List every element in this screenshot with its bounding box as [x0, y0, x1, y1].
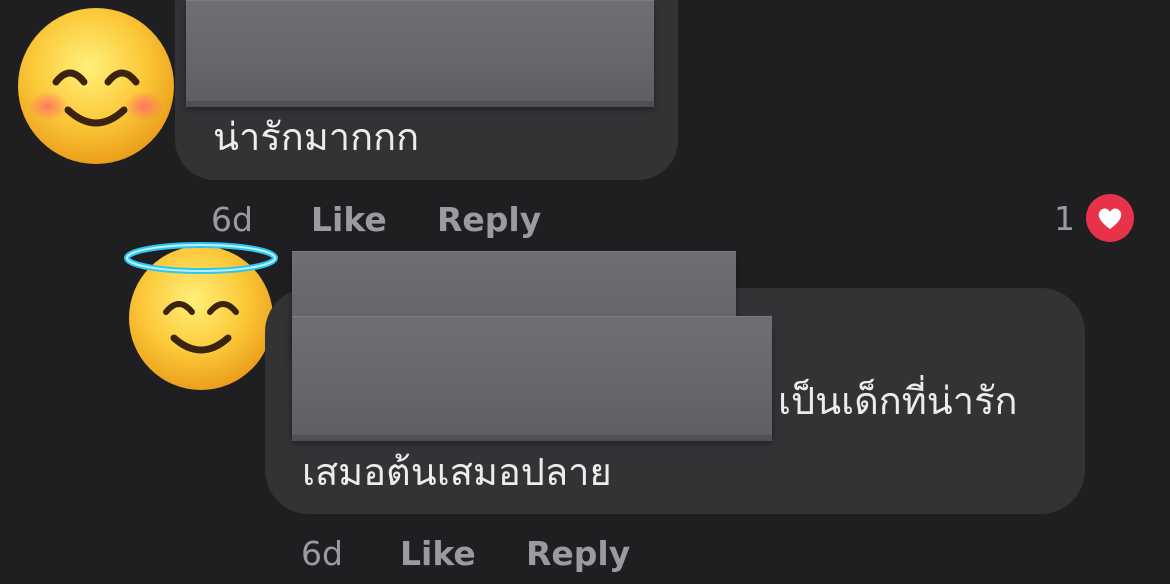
- reply-text-line-2: เสมอต้นเสมอปลาย: [302, 450, 612, 494]
- redacted-mention-block: [292, 316, 772, 435]
- reaction-count: 1: [1054, 198, 1075, 238]
- heart-icon: [1086, 194, 1134, 242]
- smiling-face-with-smiling-eyes-icon[interactable]: [16, 6, 176, 166]
- smiling-face-with-halo-icon[interactable]: [122, 238, 280, 390]
- comment-text: น่ารักมากกก: [213, 115, 420, 159]
- redacted-name-block: [186, 0, 654, 101]
- reply-text-line-1: เป็นเด็กที่น่ารัก: [778, 379, 1018, 423]
- reply-button[interactable]: Reply: [526, 534, 630, 573]
- reply-timestamp: 6d: [301, 534, 343, 573]
- reaction-summary[interactable]: 1: [1054, 193, 1135, 243]
- like-button[interactable]: Like: [311, 200, 387, 239]
- like-button[interactable]: Like: [400, 534, 476, 573]
- comment-timestamp: 6d: [211, 200, 253, 239]
- reply-button[interactable]: Reply: [437, 200, 541, 239]
